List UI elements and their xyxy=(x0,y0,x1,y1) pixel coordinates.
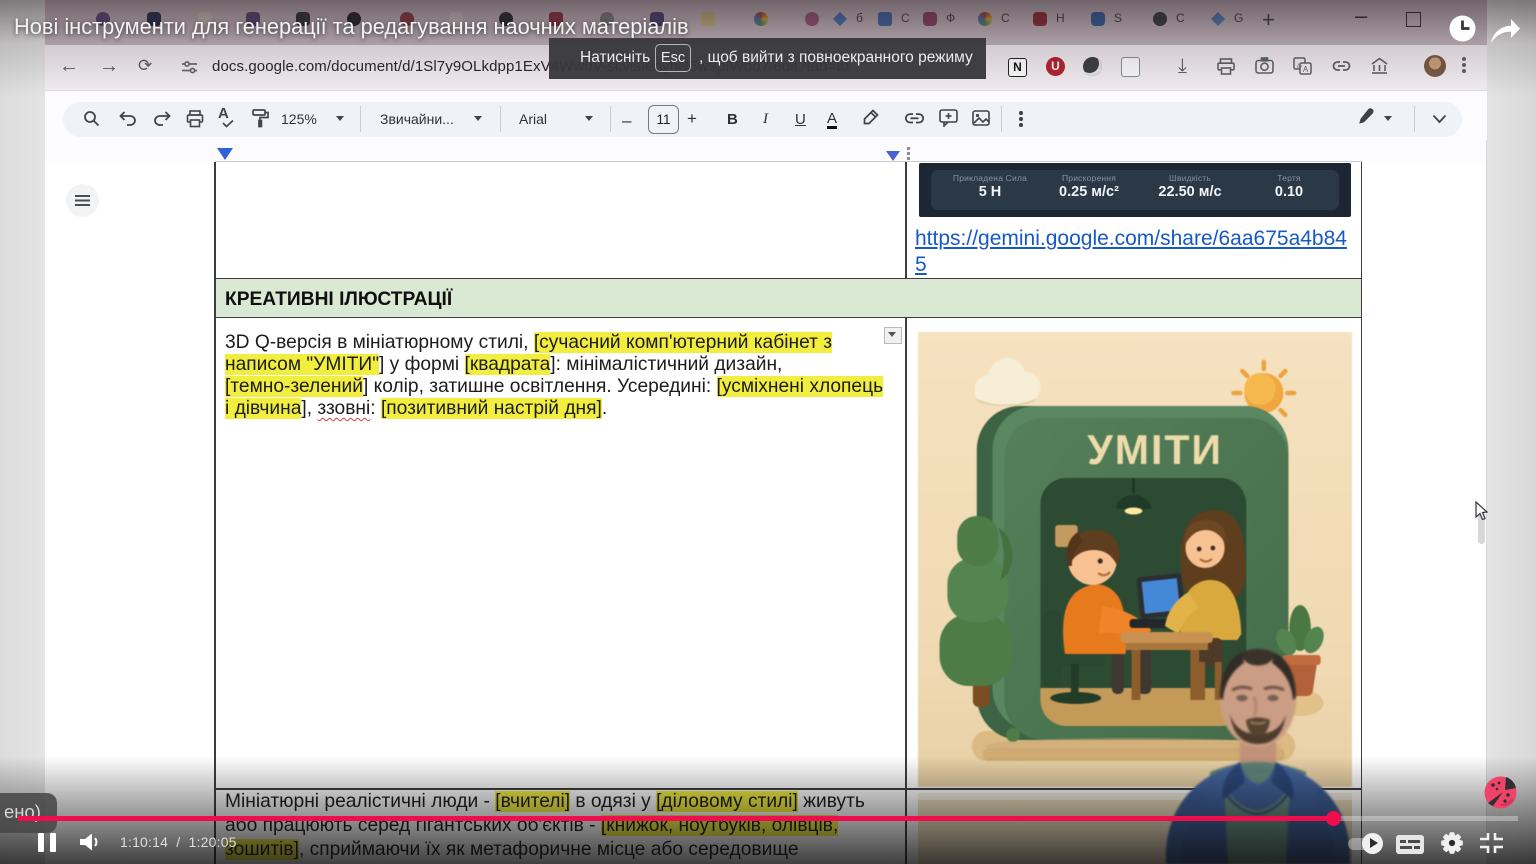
svg-text:УМІТИ: УМІТИ xyxy=(1087,426,1223,473)
